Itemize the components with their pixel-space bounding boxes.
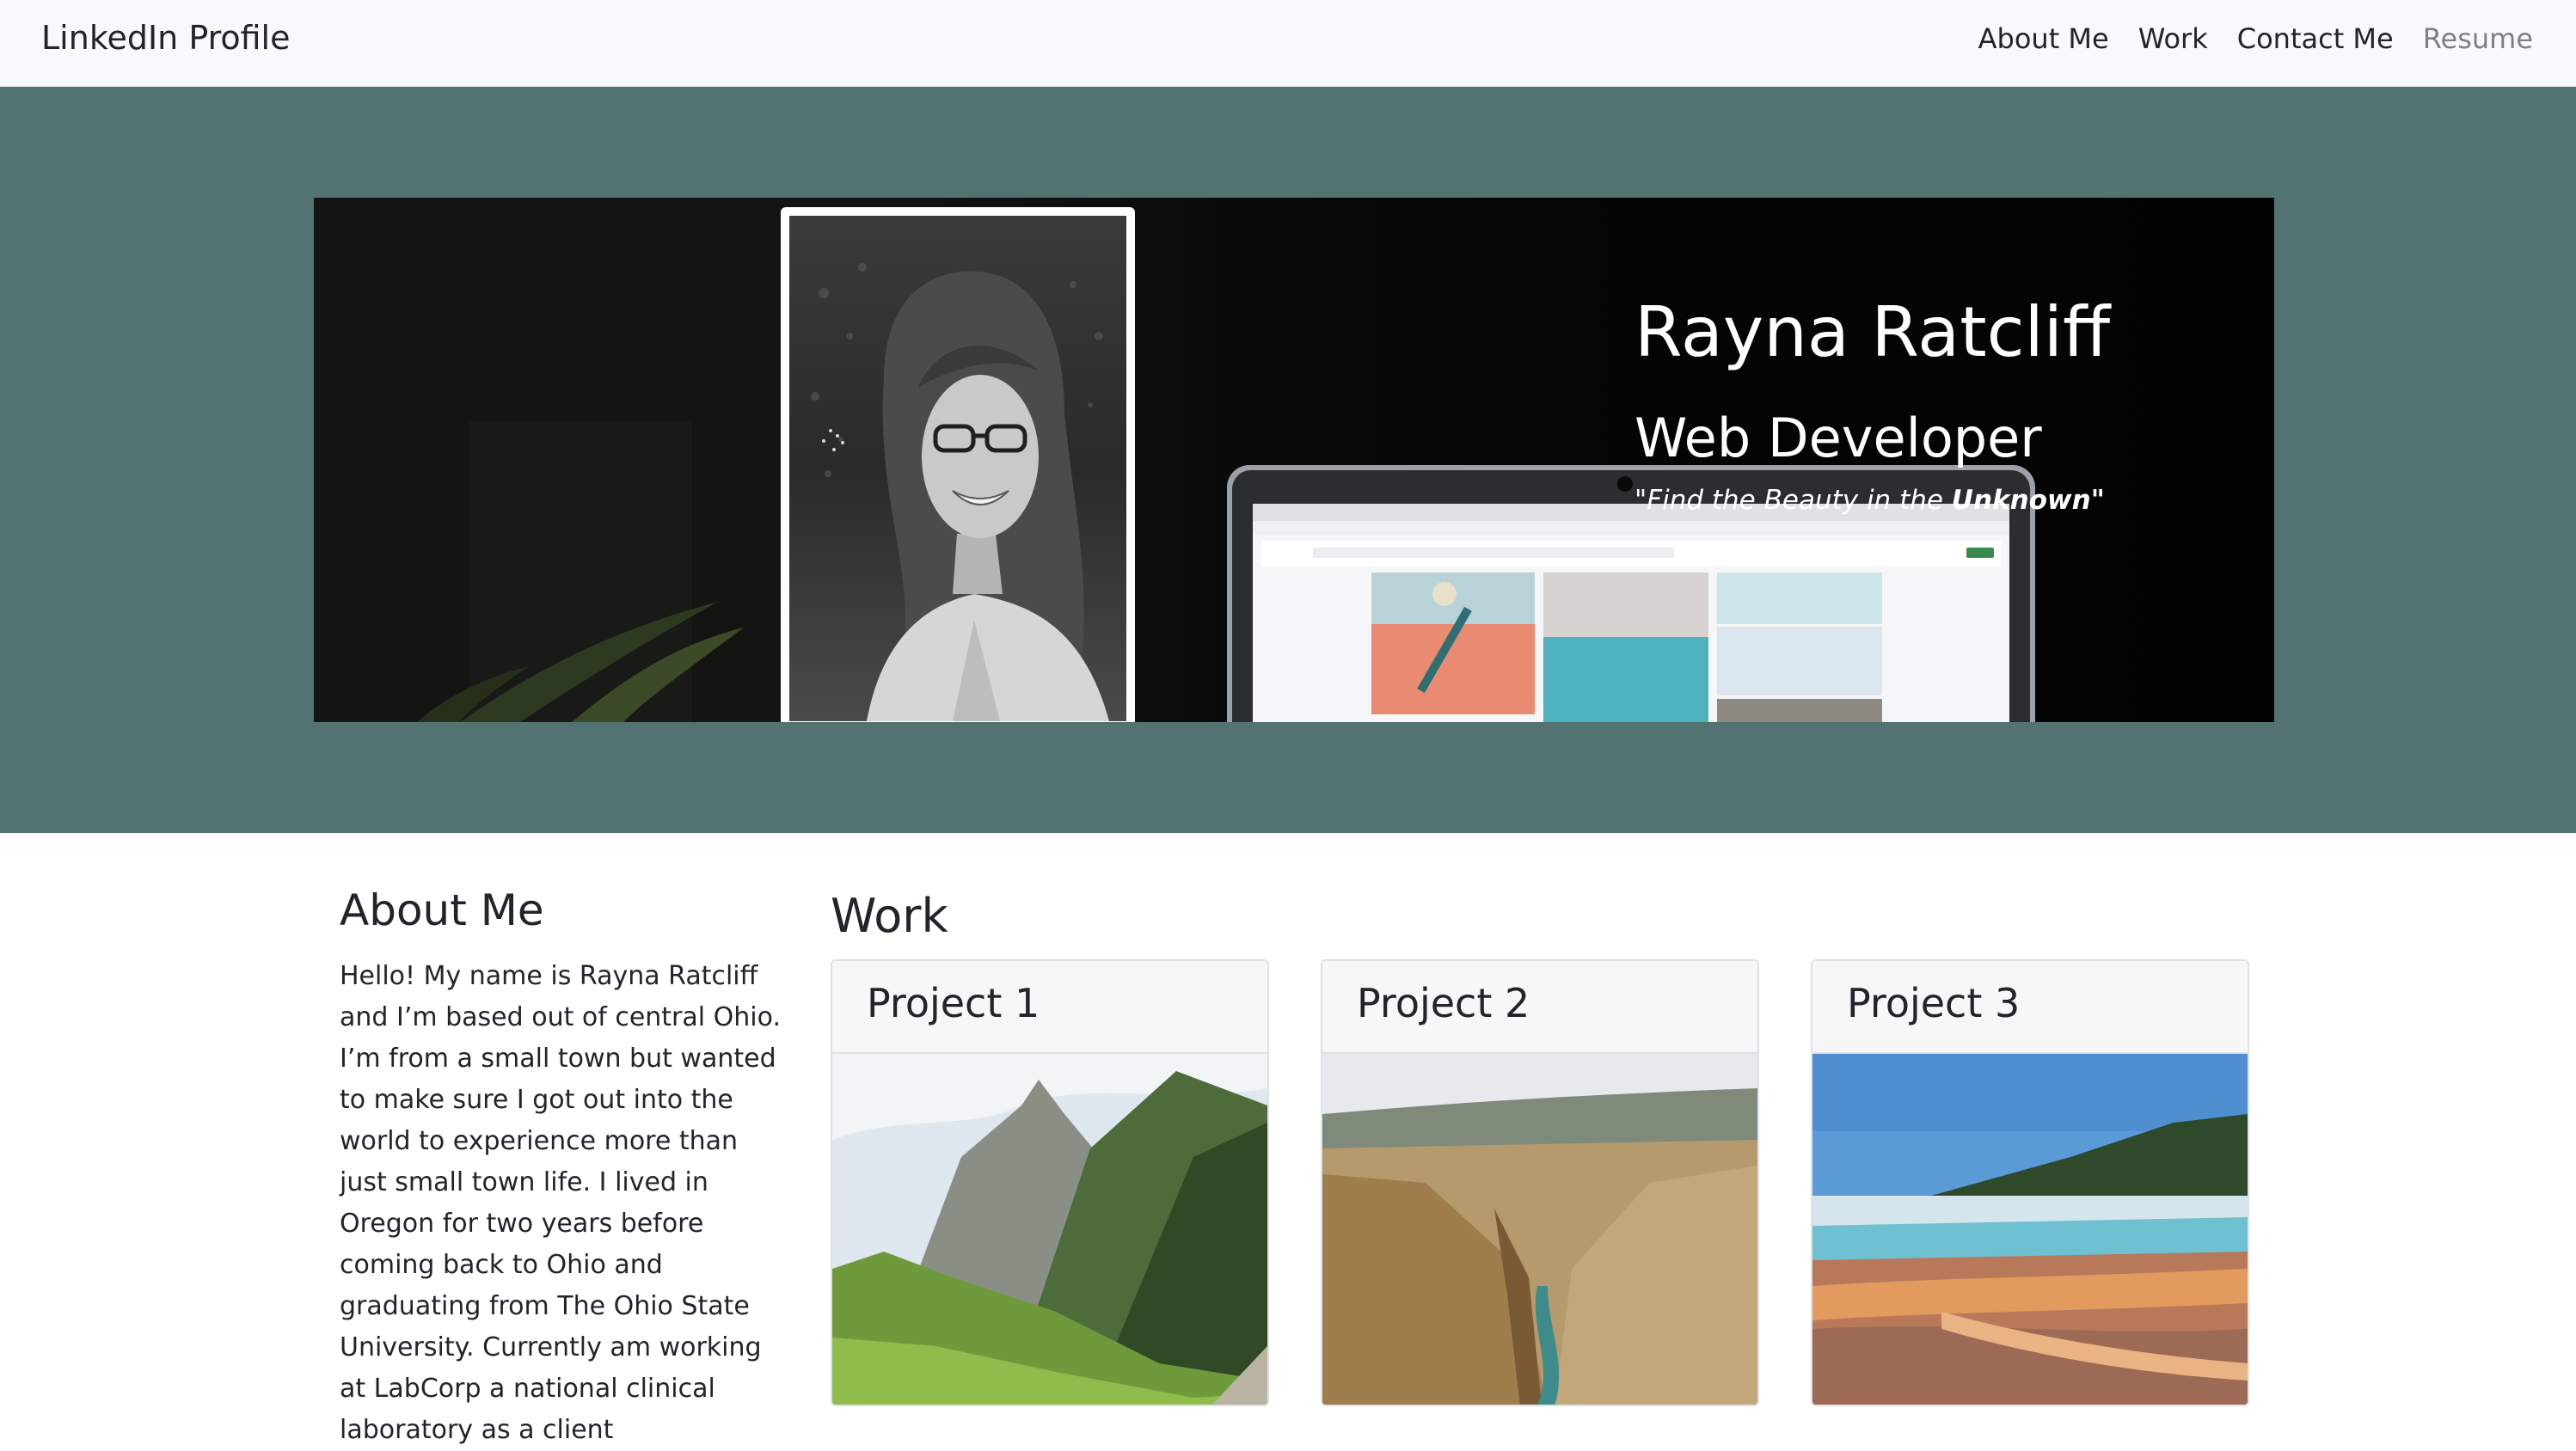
- nav-link-contact-me[interactable]: Contact Me: [2237, 22, 2394, 55]
- nav-links: About Me Work Contact Me Resume: [1978, 22, 2533, 55]
- project-card-3[interactable]: Project 3: [1811, 959, 2249, 1406]
- brand-link[interactable]: LinkedIn Profile: [41, 19, 291, 57]
- project-title: Project 3: [1847, 980, 2021, 1026]
- hero-section: Rayna Ratcliff Web Developer "Find the B…: [0, 87, 2576, 833]
- hero-quote-prefix: "Find the Beauty in the: [1635, 485, 1952, 516]
- project-title: Project 2: [1357, 980, 1530, 1026]
- hero-quote: "Find the Beauty in the Unknown": [1635, 485, 2105, 516]
- hero-quote-emphasis: Unknown: [1951, 485, 2091, 516]
- project-2-canyon-image: [1322, 1054, 1757, 1405]
- navbar: LinkedIn Profile About Me Work Contact M…: [0, 0, 2576, 87]
- project-3-hot-spring-image: [1812, 1054, 2248, 1405]
- profile-photo: [781, 207, 1135, 722]
- project-card-2[interactable]: Project 2: [1321, 959, 1759, 1406]
- project-card-header: Project 1: [832, 961, 1267, 1054]
- hero-name: Rayna Ratcliff: [1635, 292, 2111, 372]
- hero-quote-suffix: ": [2090, 485, 2105, 516]
- project-card-header: Project 3: [1812, 961, 2248, 1054]
- project-card-header: Project 2: [1322, 961, 1757, 1054]
- work-heading: Work: [831, 889, 948, 943]
- nav-link-work[interactable]: Work: [2138, 22, 2208, 55]
- nav-link-resume[interactable]: Resume: [2423, 22, 2533, 55]
- project-card-1[interactable]: Project 1: [831, 959, 1269, 1406]
- hero-banner: Rayna Ratcliff Web Developer "Find the B…: [314, 198, 2274, 722]
- project-title: Project 1: [867, 980, 1040, 1026]
- nav-link-about-me[interactable]: About Me: [1978, 22, 2109, 55]
- about-heading: About Me: [340, 885, 544, 935]
- hero-job-title: Web Developer: [1635, 407, 2042, 469]
- project-1-mountain-image: [832, 1054, 1267, 1405]
- about-text: Hello! My name is Rayna Ratcliff and I’m…: [340, 961, 781, 1445]
